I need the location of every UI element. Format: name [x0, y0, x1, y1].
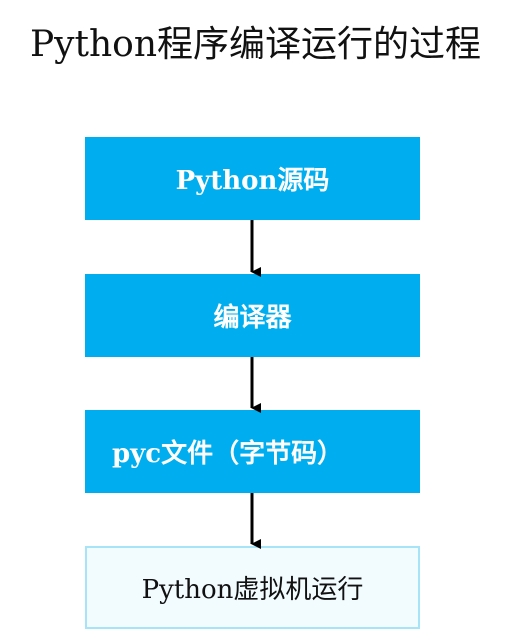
- node-compiler: 编译器: [85, 274, 420, 357]
- node-python-vm-run-label: Python虚拟机运行: [141, 575, 364, 605]
- diagram-title: Python程序编译运行的过程: [29, 24, 482, 65]
- node-pyc-bytecode-label: pyc文件（字节码）: [112, 439, 344, 469]
- node-pyc-bytecode: pyc文件（字节码）: [85, 410, 420, 493]
- node-python-source-label: Python源码: [175, 166, 330, 196]
- node-python-vm-run: Python虚拟机运行: [85, 546, 420, 629]
- node-python-source: Python源码: [85, 137, 420, 220]
- node-compiler-label: 编译器: [213, 303, 292, 333]
